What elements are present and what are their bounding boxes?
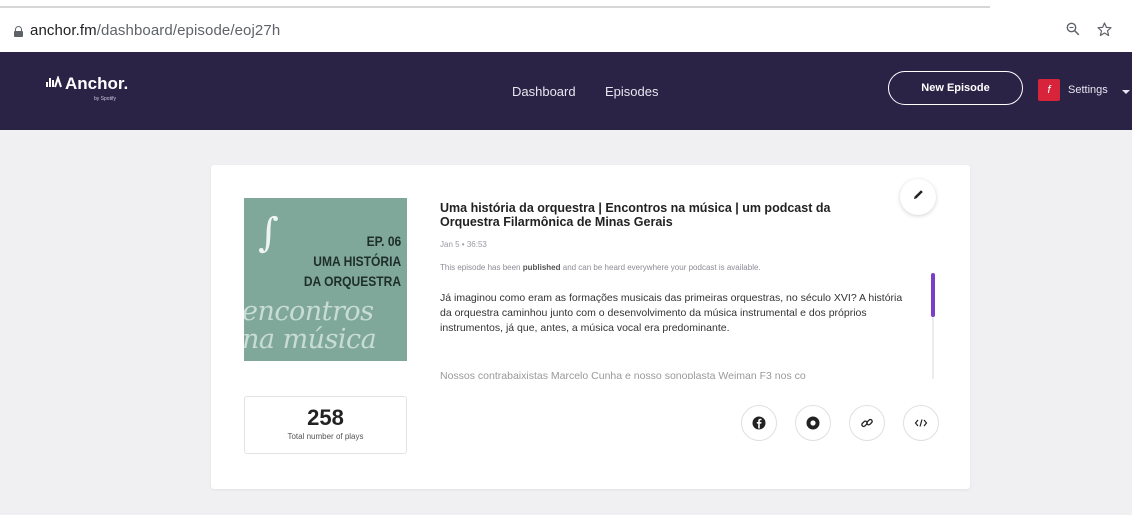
link-icon bbox=[860, 416, 874, 430]
episode-cover-art: ∫ EP. 06 UMA HISTÓRIA DA ORQUESTRA encon… bbox=[244, 198, 407, 361]
settings-avatar[interactable]: f bbox=[1038, 79, 1060, 101]
cover-title-line2: DA ORQUESTRA bbox=[303, 273, 401, 289]
url-path: /dashboard/episode/eoj27h bbox=[96, 22, 281, 39]
embed-icon bbox=[914, 418, 928, 428]
share-twitter-button[interactable] bbox=[795, 405, 831, 441]
episode-title: Uma história da orquestra | Encontros na… bbox=[440, 201, 831, 229]
zoom-icon[interactable] bbox=[1066, 22, 1080, 41]
browser-address-bar[interactable]: anchor.fm/dashboard/episode/eoj27h bbox=[0, 8, 1132, 52]
twitter-icon bbox=[806, 416, 820, 430]
anchor-logo-text: Anchor. bbox=[65, 74, 129, 93]
app-navbar: Anchor. by Spotify Dashboard Episodes Ne… bbox=[0, 52, 1132, 130]
episode-description-scroll[interactable]: Já imaginou como eram as formações music… bbox=[440, 275, 936, 379]
episode-meta: Jan 5 • 36:53 bbox=[440, 240, 487, 249]
embed-code-button[interactable] bbox=[903, 405, 939, 441]
episode-card: ∫ EP. 06 UMA HISTÓRIA DA ORQUESTRA encon… bbox=[211, 165, 970, 489]
integral-sign-icon: ∫ bbox=[258, 210, 279, 256]
plays-stat: 258 Total number of plays bbox=[244, 396, 407, 454]
lock-icon[interactable] bbox=[14, 26, 23, 37]
nav-dashboard[interactable]: Dashboard bbox=[512, 84, 576, 99]
pencil-icon bbox=[912, 188, 925, 206]
cover-ep-number: EP. 06 bbox=[366, 233, 401, 249]
new-episode-button[interactable]: New Episode bbox=[888, 71, 1023, 105]
url-text[interactable]: anchor.fm/dashboard/episode/eoj27h bbox=[30, 22, 280, 39]
browser-tabstrip bbox=[0, 0, 1132, 8]
episode-status: This episode has been published and can … bbox=[440, 263, 761, 272]
episode-description: Já imaginou como eram as formações music… bbox=[440, 292, 903, 334]
plays-count: 258 bbox=[307, 405, 344, 430]
status-bold: published bbox=[522, 263, 561, 272]
facebook-icon bbox=[752, 416, 766, 430]
cover-script-line2: na música bbox=[244, 324, 377, 355]
nav-episodes[interactable]: Episodes bbox=[605, 84, 658, 99]
share-facebook-button[interactable] bbox=[741, 405, 777, 441]
anchor-logo[interactable]: Anchor. by Spotify bbox=[46, 74, 129, 102]
anchor-logo-sub: by Spotify bbox=[94, 96, 116, 102]
anchor-logo-icon bbox=[46, 74, 62, 92]
cover-title-line1: UMA HISTÓRIA bbox=[313, 253, 401, 269]
copy-link-button[interactable] bbox=[849, 405, 885, 441]
status-pre: This episode has been bbox=[440, 263, 523, 272]
edit-episode-button[interactable] bbox=[900, 179, 936, 215]
star-icon[interactable] bbox=[1097, 22, 1112, 42]
plays-label: Total number of plays bbox=[287, 432, 364, 441]
cover-script-line1: encontros bbox=[244, 296, 374, 327]
avatar-glyph: f bbox=[1047, 84, 1051, 96]
status-post: and can be heard everywhere your podcast… bbox=[560, 263, 761, 272]
description-scrollbar-thumb[interactable] bbox=[931, 273, 935, 317]
url-host: anchor.fm bbox=[30, 22, 97, 39]
chevron-down-icon[interactable] bbox=[1122, 90, 1130, 94]
episode-description-more: Nossos contrabaixistas Marcelo Cunha e n… bbox=[440, 370, 806, 379]
settings-menu[interactable]: Settings bbox=[1068, 84, 1108, 96]
